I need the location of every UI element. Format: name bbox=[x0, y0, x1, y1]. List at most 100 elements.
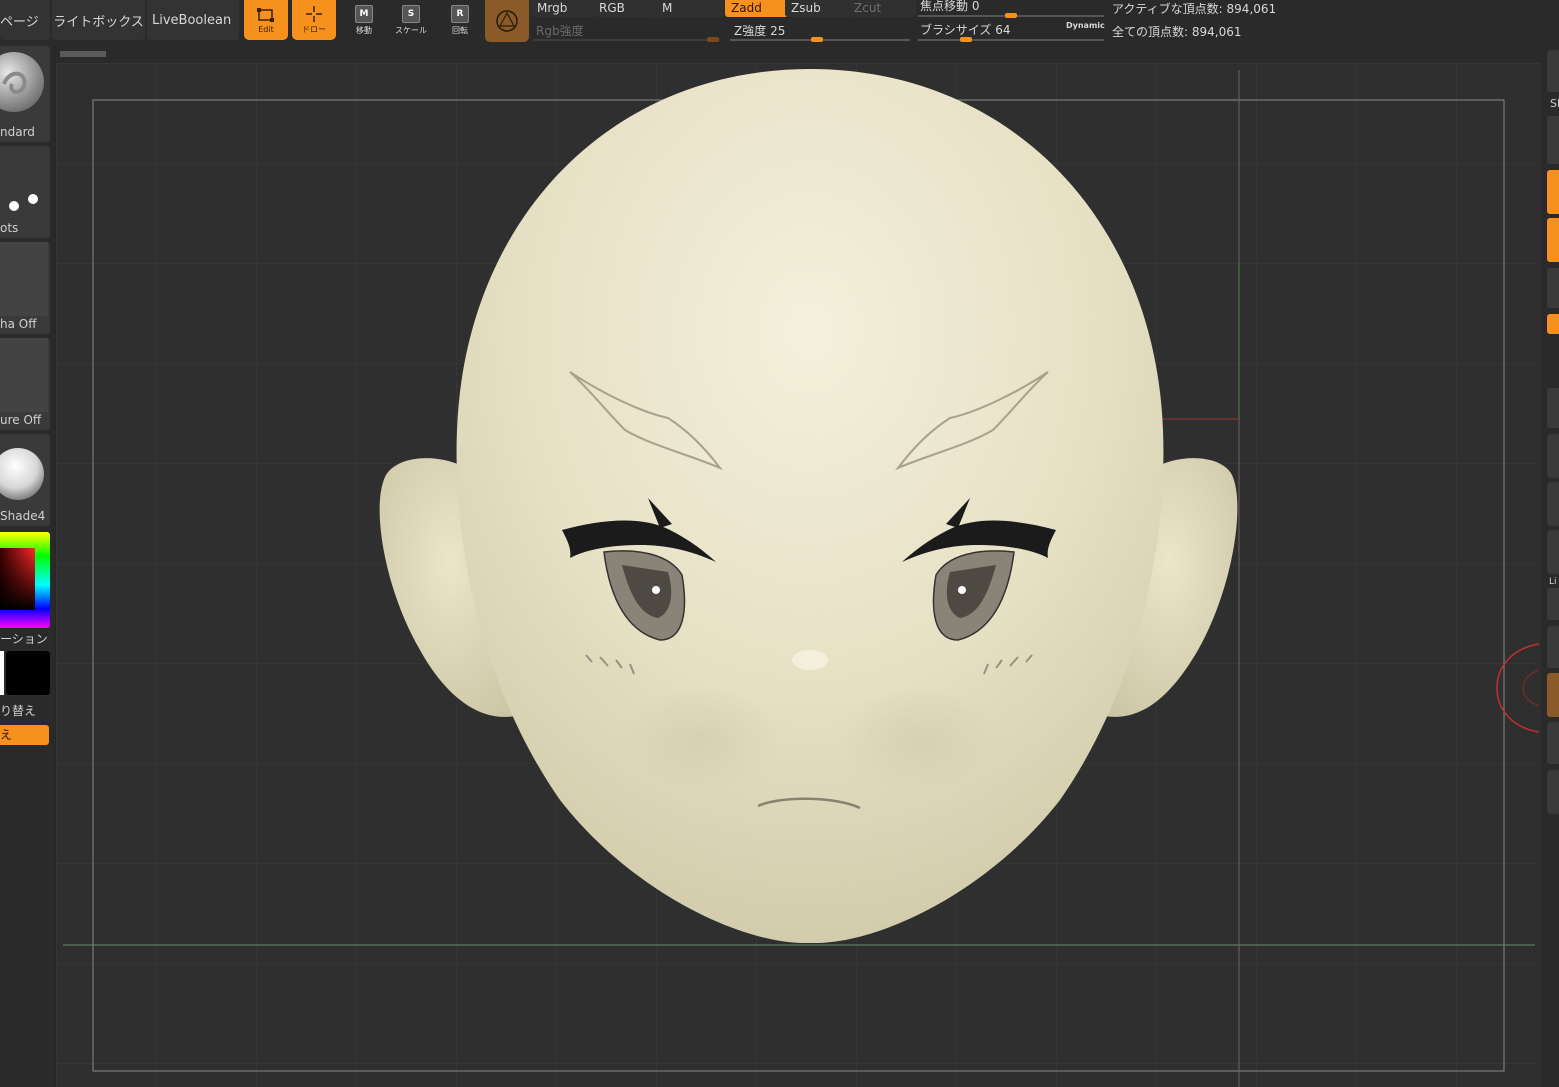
right-shelf-button-7[interactable] bbox=[1547, 588, 1559, 620]
rgb-label: RGB bbox=[599, 1, 625, 15]
zsub-toggle[interactable]: Zsub bbox=[785, 0, 851, 17]
right-shelf-button-2[interactable] bbox=[1547, 268, 1559, 308]
right-shelf-toggle-3[interactable] bbox=[1547, 314, 1559, 334]
edit-label: Edit bbox=[258, 25, 274, 34]
move-button[interactable]: M 移動 bbox=[344, 0, 384, 40]
brush-size-slider[interactable] bbox=[918, 39, 1104, 41]
right-shelf-toggle-2[interactable] bbox=[1547, 218, 1559, 262]
draw-label: ドロー bbox=[302, 25, 326, 34]
m-label: M bbox=[662, 1, 673, 15]
gradient-label: ーション bbox=[0, 632, 48, 646]
material-sphere-icon bbox=[0, 448, 44, 500]
material-tile[interactable]: Shade4 bbox=[0, 434, 50, 526]
right-shelf-button-8[interactable] bbox=[1547, 626, 1559, 668]
viewport-canvas[interactable] bbox=[56, 63, 1541, 1087]
brush-icon bbox=[0, 52, 44, 112]
right-shelf-button-3[interactable] bbox=[1547, 388, 1559, 428]
secondary-color-swatch[interactable] bbox=[6, 651, 50, 695]
zadd-toggle[interactable]: Zadd bbox=[725, 0, 789, 17]
page-tab[interactable]: ページ bbox=[0, 0, 50, 40]
zcut-toggle[interactable]: Zcut bbox=[848, 0, 916, 17]
liveboolean-button[interactable]: LiveBoolean bbox=[147, 0, 239, 40]
texture-preview bbox=[0, 338, 48, 412]
focal-shift-value: 0 bbox=[971, 0, 980, 13]
sculpt-viewport[interactable] bbox=[56, 63, 1541, 1087]
z-intensity-readout: Z強度 25 bbox=[734, 22, 785, 39]
color-picker[interactable] bbox=[0, 532, 50, 628]
dynamic-toggle[interactable]: Dynamic bbox=[1066, 21, 1105, 30]
right-shelf-sphere-button[interactable] bbox=[1547, 50, 1559, 92]
move-key: M bbox=[359, 8, 369, 19]
head-model bbox=[456, 69, 1164, 944]
left-shelf: ndard ots ha Off ure Off Shade4 ーション り替え… bbox=[0, 46, 55, 1087]
scale-icon: S bbox=[402, 4, 420, 23]
total-points-count: 全ての頂点数: 894,061 bbox=[1112, 25, 1242, 39]
alpha-tile[interactable]: ha Off bbox=[0, 242, 50, 334]
mrgb-label: Mrgb bbox=[537, 1, 568, 15]
z-intensity-value: 25 bbox=[770, 24, 786, 38]
brush-tile[interactable]: ndard bbox=[0, 46, 50, 142]
switch-color-button[interactable]: え bbox=[0, 725, 49, 745]
cheek-shadow-left bbox=[620, 685, 780, 795]
stroke-tile[interactable]: ots bbox=[0, 146, 50, 238]
edit-icon bbox=[257, 8, 274, 22]
main-color-swatch[interactable] bbox=[0, 651, 4, 695]
rotate-label: 回転 bbox=[452, 25, 468, 35]
right-shelf-button-5[interactable] bbox=[1547, 482, 1559, 526]
right-shelf-button-11[interactable] bbox=[1547, 770, 1559, 814]
stroke-label: ots bbox=[0, 221, 19, 235]
eye-highlight-left bbox=[652, 586, 660, 594]
rgb-intensity-label: Rgb強度 bbox=[536, 24, 584, 38]
eye-highlight-right bbox=[958, 586, 966, 594]
lightbox-label: ライトボックス bbox=[53, 14, 144, 30]
right-shelf-button-10[interactable] bbox=[1547, 722, 1559, 764]
edit-button[interactable]: Edit bbox=[244, 0, 288, 40]
right-shelf-button-1[interactable] bbox=[1547, 116, 1559, 164]
move-icon: M bbox=[355, 4, 373, 23]
right-shelf-button-6[interactable] bbox=[1547, 530, 1559, 574]
right-shelf-label-li: Li bbox=[1549, 577, 1557, 587]
rgb-toggle[interactable]: RGB bbox=[593, 0, 656, 17]
right-shelf-button-4[interactable] bbox=[1547, 434, 1559, 478]
draw-button[interactable]: ドロー bbox=[292, 0, 336, 40]
color-square[interactable] bbox=[0, 548, 35, 610]
texture-tile[interactable]: ure Off bbox=[0, 338, 50, 430]
focal-shift-label: 焦点移動 bbox=[920, 0, 969, 13]
active-points-count: アクティブな頂点数: 894,061 bbox=[1112, 2, 1277, 16]
m-toggle[interactable]: M bbox=[656, 0, 724, 17]
zcut-label: Zcut bbox=[854, 1, 882, 15]
rgb-intensity-knob[interactable] bbox=[707, 37, 719, 42]
swap-colors-label[interactable]: り替え bbox=[0, 702, 36, 719]
brush-size-readout: ブラシサイズ 64 bbox=[920, 21, 1011, 38]
nose-highlight bbox=[792, 650, 828, 670]
right-shelf-label-sp: SI bbox=[1550, 97, 1559, 110]
material-label: Shade4 bbox=[0, 509, 46, 523]
brush-size-knob[interactable] bbox=[960, 37, 972, 42]
gizmo-arc-icon bbox=[1496, 643, 1540, 733]
draw-icon bbox=[306, 6, 322, 22]
cheek-shadow-right bbox=[840, 685, 1000, 795]
mrgb-toggle[interactable]: Mrgb bbox=[531, 0, 594, 17]
scale-button[interactable]: S スケール bbox=[391, 0, 431, 40]
right-shelf-button-9[interactable] bbox=[1547, 673, 1559, 717]
gizmo-inner-arc-icon bbox=[1522, 669, 1540, 707]
lightbox-button[interactable]: ライトボックス bbox=[52, 0, 145, 40]
sphere-wire-icon bbox=[496, 10, 518, 32]
focal-shift-knob[interactable] bbox=[1005, 13, 1017, 18]
rotate-button[interactable]: R 回転 bbox=[440, 0, 480, 40]
right-shelf-toggle-1[interactable] bbox=[1547, 170, 1559, 214]
rgb-intensity-slider[interactable] bbox=[533, 39, 721, 41]
canvas-header-strip bbox=[56, 46, 1541, 63]
switch-color-label: え bbox=[0, 728, 13, 742]
polyframe-button[interactable] bbox=[485, 0, 529, 42]
z-intensity-knob[interactable] bbox=[811, 37, 824, 42]
scale-key: S bbox=[407, 8, 415, 19]
navigation-gizmo[interactable] bbox=[1495, 640, 1541, 736]
canvas-scroll-handle[interactable] bbox=[60, 51, 106, 57]
brush-label: ndard bbox=[0, 125, 35, 139]
brush-size-label: ブラシサイズ bbox=[920, 23, 992, 37]
alpha-label: ha Off bbox=[0, 317, 37, 331]
alpha-preview bbox=[0, 242, 48, 316]
move-label: 移動 bbox=[356, 25, 372, 35]
focal-shift-readout: 焦点移動 0 bbox=[920, 0, 979, 14]
